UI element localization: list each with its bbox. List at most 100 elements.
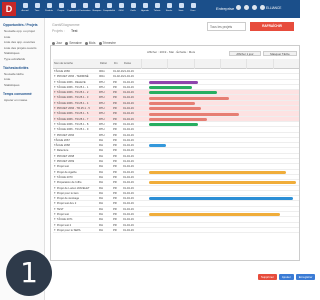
gantt-bar[interactable] [148, 86, 192, 90]
task-start: RTH [99, 117, 105, 121]
task-start: RTH [99, 91, 105, 95]
help-icon[interactable] [236, 5, 241, 10]
task-dur: 01-04-19 [123, 165, 134, 169]
sidebar-section-title[interactable]: Tâches/activités [3, 66, 44, 70]
menu-item-9[interactable]: Outils [128, 2, 138, 16]
sidebar-section-title[interactable]: Opportunités / Projets [3, 23, 44, 27]
users-icon [34, 3, 40, 8]
task-name: T. TÂCHE 2066 - TR.25.1 - 2 [54, 91, 89, 95]
user-name[interactable]: ELLIANCE [266, 6, 281, 10]
task-dur: 01-04-19 [123, 223, 134, 227]
menu-item-10[interactable]: Agenda [140, 2, 150, 16]
menu-item-label: Projets [57, 10, 65, 12]
gantt-bar[interactable] [148, 181, 296, 185]
project-name: Test [71, 29, 78, 33]
gantt-bar[interactable] [148, 112, 239, 116]
menu-item-2[interactable]: Produits [44, 2, 54, 16]
sidebar-item[interactable]: Statistiques [4, 51, 44, 55]
task-dur: 01-04-19 [123, 186, 134, 190]
menu-item-4[interactable]: Commercial [67, 2, 79, 16]
menu-item-7[interactable]: Comptabilité [103, 2, 115, 16]
task-start: RH [99, 165, 103, 169]
app-logo[interactable]: D [2, 2, 16, 16]
footer-button-0[interactable]: Supprimer [258, 274, 277, 280]
gantt-bar[interactable] [148, 91, 217, 95]
task-name: T. TÂCHE 2070 [54, 175, 73, 179]
sidebar-item[interactable]: Liste des opp. ouvertes [4, 40, 44, 44]
task-start: RTH [99, 133, 105, 137]
task-name: T. TÂCHE 2066 - TR.25.1 - 9 [54, 128, 89, 132]
task-end: PR [113, 101, 117, 105]
sidebar-item[interactable]: Liste des projets ouverts [4, 46, 44, 50]
sidebar-item[interactable]: Liste [4, 77, 44, 81]
gantt-bar[interactable] [148, 96, 230, 100]
footer-button-2[interactable]: Enregistrer [295, 274, 316, 280]
task-end: 01-02-19 [113, 70, 123, 73]
task-end: PR [113, 186, 117, 190]
sidebar-item[interactable]: Nouvelle opp. ou projet [4, 29, 44, 33]
gantt-bar[interactable] [148, 107, 202, 111]
menu-item-5[interactable]: Facturation [80, 2, 90, 16]
menu-item-14[interactable]: Docs [188, 2, 198, 16]
sidebar-item[interactable]: Nouvelle tâche [4, 72, 44, 76]
col-start[interactable]: Début [99, 59, 113, 69]
task-name: T. TÂCHE 2066 - TR.25.1 - 3 [54, 96, 89, 100]
menu-item-12[interactable]: Stocks [164, 2, 174, 16]
gantt-header: Nom de la tâche Début Fin Durée [53, 59, 299, 69]
sidebar-item[interactable]: Type extrafields [4, 57, 44, 61]
task-dur: 01-04-19 [123, 191, 134, 195]
print-icon[interactable] [244, 5, 249, 10]
doc-icon [190, 3, 196, 8]
task-start: RH [99, 228, 103, 232]
sidebar-item[interactable]: Statistiques [4, 83, 44, 87]
gantt-controls[interactable]: Afficher : 2019 - Mai · Échelle : Mois [147, 50, 195, 54]
gantt-row[interactable]: T. Projet pour le SEPA RH PR 01-04-19 [53, 228, 299, 234]
task-start: RH [99, 197, 103, 201]
sidebar-item[interactable]: Liste [4, 35, 44, 39]
task-start: RTH [99, 122, 105, 126]
task-start: RH [99, 213, 103, 217]
task-end: PR [113, 170, 117, 174]
menu-item-3[interactable]: Projets [56, 2, 66, 16]
footer-button-1[interactable]: Ajouter [278, 274, 294, 280]
gantt-bar[interactable] [148, 170, 287, 174]
gantt-bar[interactable] [148, 80, 198, 84]
gantt-bar[interactable] [148, 144, 167, 148]
menu-item-label: GRH [118, 10, 124, 12]
task-dur: 21-04-19 [123, 75, 134, 79]
task-dur: 01-04-19 [123, 181, 134, 185]
menu-item-1[interactable]: Tiers [32, 2, 42, 16]
task-name: TÂCHE 2068 [54, 144, 70, 148]
show-day-button[interactable]: Afficher 1 jour [229, 51, 261, 56]
bookmark-icon[interactable] [252, 5, 257, 10]
gantt-bar[interactable] [148, 123, 198, 127]
footer-buttons: Supprimer Ajouter Enregistrer [258, 274, 316, 280]
task-dur: 01-04-19 [123, 218, 134, 222]
task-dur: 01-04-19 [123, 101, 134, 105]
menu-item-label: Agenda [141, 10, 149, 12]
hide-task-button[interactable]: Masquer Tâche [263, 51, 297, 56]
task-name: TÂCHE 2066 [54, 70, 70, 73]
project-select[interactable]: Tous les projets [207, 22, 246, 31]
menu-item-label: Docs [190, 10, 196, 12]
col-task-name[interactable]: Nom de la tâche [53, 59, 99, 69]
task-end: PR [113, 207, 117, 211]
gantt-bar[interactable] [148, 117, 208, 121]
menu-item-13[interactable]: Stats [176, 2, 186, 16]
menu-item-8[interactable]: GRH [116, 2, 126, 16]
gantt-bar[interactable] [148, 197, 293, 201]
sidebar-item[interactable]: Ajouter en masse [4, 98, 44, 102]
menu-item-6[interactable]: Banques [92, 2, 102, 16]
company-label[interactable]: Entreprise [216, 6, 234, 11]
gantt-bar[interactable] [148, 101, 195, 105]
refresh-button[interactable]: RAFRAÎCHIR [250, 22, 294, 31]
sidebar-section-title[interactable]: Temps consommé [3, 92, 44, 96]
user-icon[interactable] [260, 5, 265, 10]
gantt-bar[interactable] [148, 213, 281, 217]
menu-item-0[interactable]: Accueil [20, 2, 30, 16]
col-end[interactable]: Fin [113, 59, 123, 69]
menu-item-11[interactable]: Tickets [152, 2, 162, 16]
col-duration[interactable]: Durée [123, 59, 141, 69]
task-end: PR [113, 181, 117, 185]
task-start: RTH [99, 96, 105, 100]
